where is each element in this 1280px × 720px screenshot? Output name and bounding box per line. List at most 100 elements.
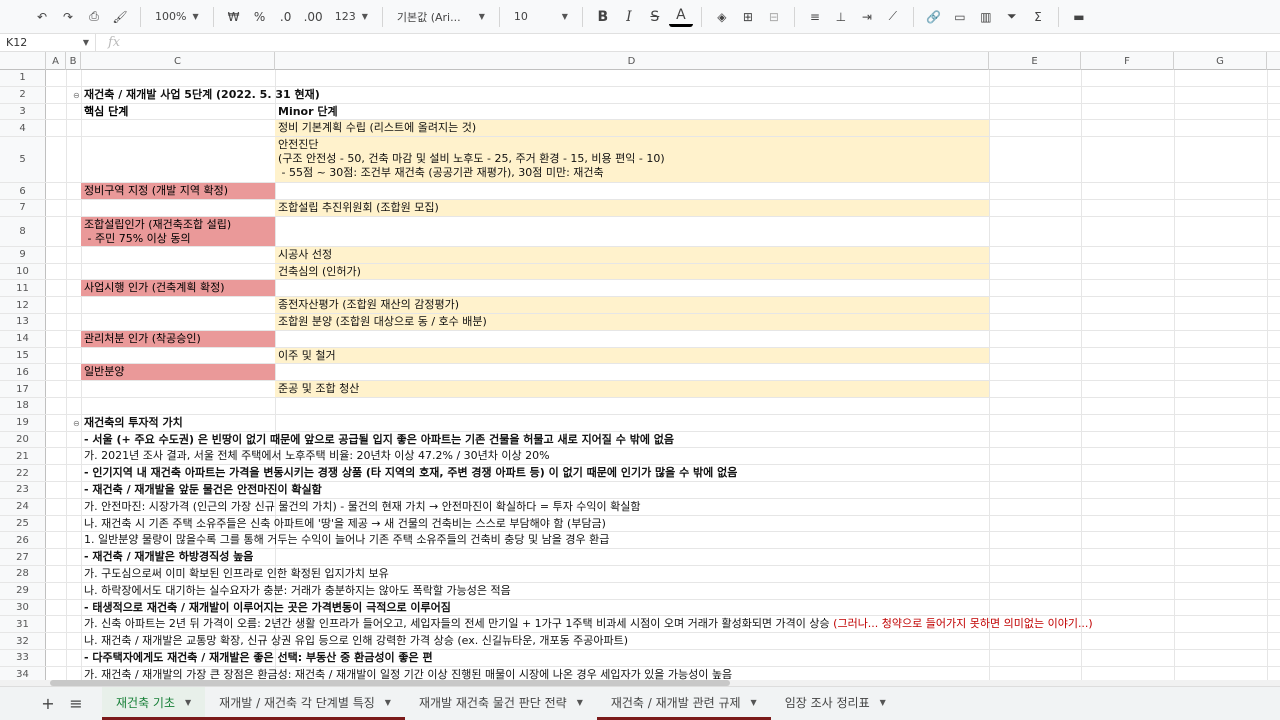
cell-empty[interactable] bbox=[275, 364, 989, 380]
row-header[interactable]: 25 bbox=[0, 515, 46, 532]
cell-minor-stage[interactable]: Minor 단계 bbox=[275, 104, 989, 120]
row-header[interactable]: 14 bbox=[0, 330, 46, 347]
column-header[interactable]: C bbox=[81, 52, 275, 70]
select-all-corner[interactable] bbox=[0, 52, 46, 70]
cell-core-stage[interactable]: 사업시행 인가 (건축계획 확정) bbox=[81, 280, 275, 297]
cell-minor-stage[interactable]: 안전진단 (구조 안전성 - 50, 건축 마감 및 설비 노후도 - 25, 주… bbox=[275, 137, 989, 183]
cell-text[interactable]: 가. 재건축 / 재개발의 가장 큰 장점은 환금성: 재건축 / 재개발이 일… bbox=[81, 667, 732, 680]
row-header[interactable]: 27 bbox=[0, 549, 46, 565]
row-header[interactable]: 20 bbox=[0, 431, 46, 448]
italic-icon[interactable]: I bbox=[617, 4, 641, 30]
cell-core-stage[interactable]: 관리처분 인가 (착공승인) bbox=[81, 330, 275, 347]
formula-input[interactable] bbox=[128, 35, 1280, 51]
row-header[interactable]: 29 bbox=[0, 582, 46, 599]
cell-minor-stage[interactable]: 조합설립 추진위원회 (조합원 모집) bbox=[275, 200, 989, 216]
row-header[interactable]: 19 bbox=[0, 414, 46, 431]
row-header[interactable]: 26 bbox=[0, 532, 46, 549]
input-tools-icon[interactable]: ▬ bbox=[1067, 4, 1091, 30]
sheet-tab[interactable]: 재개발 재건축 물건 판단 전략 ▼ bbox=[405, 687, 597, 720]
row-header[interactable]: 12 bbox=[0, 297, 46, 313]
name-box[interactable]: K12 ▼ bbox=[0, 33, 96, 52]
row-header[interactable]: 11 bbox=[0, 280, 46, 297]
column-header[interactable]: D bbox=[275, 52, 989, 70]
link-icon[interactable]: 🔗 bbox=[922, 4, 946, 30]
cell-text[interactable]: 1. 일반분양 물량이 많을수록 그를 통해 거두는 수익이 늘어나 기존 주택… bbox=[81, 532, 609, 548]
column-header[interactable]: B bbox=[66, 52, 81, 70]
increase-decimal-button[interactable]: .00 bbox=[300, 4, 327, 30]
cell-text[interactable]: - 재건축 / 재개발은 하방경직성 높음 bbox=[81, 549, 253, 565]
row-header[interactable]: 13 bbox=[0, 314, 46, 330]
text-wrap-icon[interactable]: ⇥ bbox=[855, 4, 879, 30]
row-header[interactable]: 8 bbox=[0, 216, 46, 246]
row-header[interactable]: 34 bbox=[0, 666, 46, 680]
cell-minor-stage[interactable]: 종전자산평가 (조합원 재산의 감정평가) bbox=[275, 297, 989, 313]
strikethrough-icon[interactable]: S bbox=[643, 4, 667, 30]
cell-text[interactable]: 나. 재건축 / 재개발은 교통망 확장, 신규 상권 유입 등으로 인해 강력… bbox=[81, 633, 628, 649]
row-header[interactable]: 18 bbox=[0, 398, 46, 414]
cell-text[interactable]: 재건축의 투자적 가치 bbox=[81, 415, 183, 431]
column-header[interactable]: F bbox=[1081, 52, 1174, 70]
functions-icon[interactable]: Σ bbox=[1026, 4, 1050, 30]
cell-minor-stage[interactable]: 조합원 분양 (조합원 대상으로 동 / 호수 배분) bbox=[275, 314, 989, 330]
zoom-select[interactable]: 100% ▼ bbox=[149, 10, 205, 23]
row-header[interactable]: 4 bbox=[0, 120, 46, 137]
percent-button[interactable]: % bbox=[248, 4, 272, 30]
number-format-select[interactable]: 123 ▼ bbox=[329, 10, 374, 23]
undo-icon[interactable]: ↶ bbox=[30, 4, 54, 30]
cell-empty[interactable] bbox=[275, 217, 989, 246]
row-header[interactable]: 15 bbox=[0, 347, 46, 364]
cell-core-stage[interactable]: 일반분양 bbox=[81, 364, 275, 381]
cell-minor-stage[interactable]: 건축심의 (인허가) bbox=[275, 263, 989, 280]
cell-empty[interactable] bbox=[275, 280, 989, 296]
font-select[interactable]: 기본값 (Ari... ▼ bbox=[391, 9, 491, 25]
paint-format-icon[interactable]: 🖌 bbox=[108, 4, 132, 30]
row-header[interactable]: 23 bbox=[0, 482, 46, 498]
all-sheets-icon[interactable]: ≡ bbox=[62, 687, 90, 720]
cell-grid[interactable]: 1 2 ⊖ 재건축 / 재개발 사업 5단계 (2022. 5. 31 현재) 3 핵심 … bbox=[0, 70, 1280, 680]
cell-text[interactable]: 나. 재건축 시 기존 주택 소유주들은 신축 아파트에 '땅'을 제공 → 새… bbox=[81, 516, 606, 532]
row-header[interactable]: 31 bbox=[0, 616, 46, 633]
sheet-tab[interactable]: 재건축 기초 ▼ bbox=[102, 687, 206, 720]
bold-icon[interactable]: B bbox=[591, 4, 615, 30]
row-header[interactable]: 22 bbox=[0, 465, 46, 481]
filter-icon[interactable]: ⏷ bbox=[1000, 4, 1024, 30]
text-color-icon[interactable]: A bbox=[668, 7, 693, 27]
cell-text[interactable]: 나. 하락장에서도 대기하는 실수요자가 충분: 거래가 충분하지는 않아도 폭… bbox=[81, 583, 511, 599]
cell-minor-stage[interactable]: 준공 및 조합 청산 bbox=[275, 381, 989, 397]
row-header[interactable]: 21 bbox=[0, 448, 46, 465]
fill-color-icon[interactable]: ◈ bbox=[710, 4, 734, 30]
cell-text[interactable]: 가. 신축 아파트는 2년 뒤 가격이 오름: 2년간 생활 인프라가 들어오고… bbox=[81, 616, 1093, 632]
column-header[interactable]: G bbox=[1174, 52, 1267, 70]
print-icon[interactable]: ⎙ bbox=[82, 4, 106, 30]
cell-text[interactable]: - 태생적으로 재건축 / 재개발이 이루어지는 곳은 가격변동이 극적으로 이… bbox=[81, 600, 451, 616]
cell-core-stage[interactable]: 조합설립인가 (재건축조합 설립) - 주민 75% 이상 동의 bbox=[81, 216, 275, 246]
row-header[interactable]: 28 bbox=[0, 566, 46, 582]
row-header[interactable]: 17 bbox=[0, 381, 46, 397]
row-header[interactable]: 10 bbox=[0, 263, 46, 280]
cell-text[interactable]: 가. 구도심으로써 이미 확보된 인프라로 인한 확정된 입지가치 보유 bbox=[81, 566, 389, 582]
redo-icon[interactable]: ↷ bbox=[56, 4, 80, 30]
cell-text[interactable]: - 서울 (+ 주요 수도권) 은 빈땅이 없기 때문에 앞으로 공급될 입지 … bbox=[81, 432, 674, 448]
row-header[interactable]: 5 bbox=[0, 137, 46, 183]
cell-minor-stage[interactable]: 정비 기본계획 수립 (리스트에 올려지는 것) bbox=[275, 120, 989, 137]
borders-icon[interactable]: ⊞ bbox=[736, 4, 760, 30]
cell-minor-stage[interactable]: 시공사 선정 bbox=[275, 246, 989, 263]
collapse-group-icon[interactable]: ⊖ bbox=[73, 419, 80, 428]
row-header[interactable]: 33 bbox=[0, 650, 46, 666]
row-header[interactable]: 16 bbox=[0, 364, 46, 381]
sheet-tab[interactable]: 임장 조사 정리표 ▼ bbox=[771, 687, 900, 720]
cell-text[interactable]: 재건축 / 재개발 사업 5단계 (2022. 5. 31 현재) bbox=[81, 87, 320, 103]
comment-icon[interactable]: ▭ bbox=[948, 4, 972, 30]
horizontal-align-icon[interactable]: ≡ bbox=[803, 4, 827, 30]
column-header[interactable]: E bbox=[989, 52, 1081, 70]
sheet-tab[interactable]: 재건축 / 재개발 관련 규제 ▼ bbox=[596, 687, 771, 720]
cell-empty[interactable] bbox=[275, 331, 989, 347]
row-header[interactable]: 2 bbox=[0, 86, 46, 103]
row-header[interactable]: 24 bbox=[0, 498, 46, 515]
cell-text[interactable]: 가. 안전마진: 시장가격 (인근의 가장 신규 물건의 가치) - 물건의 현… bbox=[81, 499, 641, 515]
currency-button[interactable]: ₩ bbox=[222, 4, 246, 30]
row-header[interactable]: 3 bbox=[0, 103, 46, 120]
chart-icon[interactable]: ▥ bbox=[974, 4, 998, 30]
row-header[interactable]: 32 bbox=[0, 633, 46, 649]
vertical-align-icon[interactable]: ⊥ bbox=[829, 4, 853, 30]
